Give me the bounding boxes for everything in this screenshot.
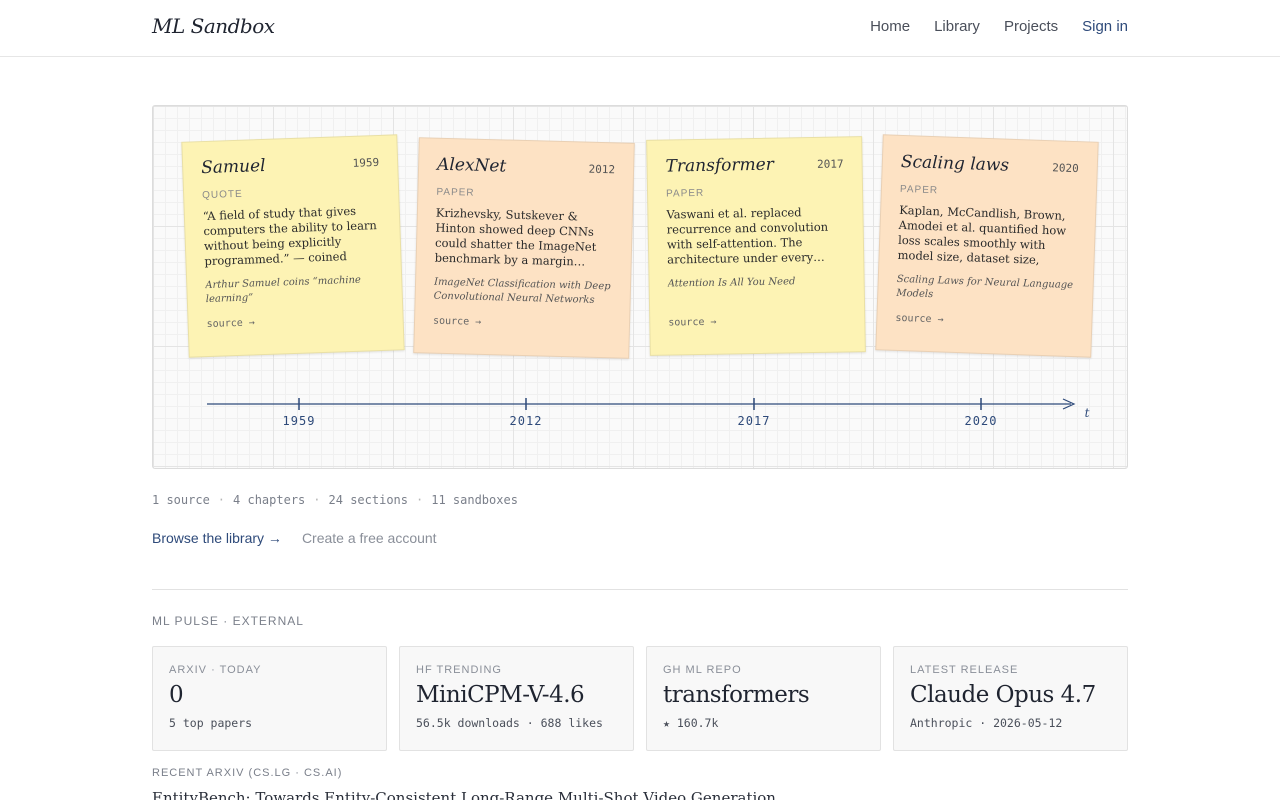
section-divider bbox=[152, 589, 1128, 590]
axis-tick-label: 2012 bbox=[510, 414, 543, 428]
stat-sandboxes: 11 sandboxes bbox=[431, 493, 518, 507]
main-nav: Home Library Projects Sign in bbox=[870, 18, 1128, 35]
pulse-card-kicker: GH ML REPO bbox=[663, 664, 742, 676]
axis-tick-label: 2017 bbox=[738, 414, 771, 428]
recent-arxiv-label: RECENT ARXIV (CS.LG · CS.AI) bbox=[152, 767, 343, 779]
pulse-card-kicker: ARXIV · TODAY bbox=[169, 664, 262, 676]
pulse-card-kicker: LATEST RELEASE bbox=[910, 664, 1019, 676]
stat-sources: 1 source bbox=[152, 493, 210, 507]
stat-separator: · bbox=[416, 493, 424, 507]
pulse-card-meta: 5 top papers bbox=[169, 716, 253, 730]
top-bar: ML Sandbox Home Library Projects Sign in bbox=[0, 0, 1280, 57]
pulse-card-value: MiniCPM-V-4.6 bbox=[416, 682, 585, 708]
pulse-card-value: Claude Opus 4.7 bbox=[910, 682, 1096, 708]
pulse-card-gh-repo[interactable]: GH ML REPO transformers ★ 160.7k bbox=[646, 646, 881, 751]
pulse-card-meta: Anthropic · 2026-05-12 bbox=[910, 716, 1063, 730]
pulse-cards: ARXIV · TODAY 0 5 top papers HF TRENDING… bbox=[152, 646, 1128, 751]
stat-separator: · bbox=[313, 493, 321, 507]
pulse-card-hf-trending[interactable]: HF TRENDING MiniCPM-V-4.6 56.5k download… bbox=[399, 646, 634, 751]
nav-home[interactable]: Home bbox=[870, 18, 910, 35]
axis-tick-label: 1959 bbox=[283, 414, 316, 428]
pulse-card-meta: 56.5k downloads · 688 likes bbox=[416, 716, 603, 730]
stat-sections: 24 sections bbox=[328, 493, 408, 507]
timeline-axis: 1959 2012 2017 2020 t bbox=[207, 398, 1090, 428]
pulse-card-value: 0 bbox=[169, 682, 184, 708]
axis-label: t bbox=[1085, 406, 1090, 420]
recent-paper-link[interactable]: EntityBench: Towards Entity-Consistent L… bbox=[152, 789, 776, 800]
timeline-hero: Samuel 1959 QUOTE “A field of study that… bbox=[152, 105, 1128, 469]
pulse-card-meta: ★ 160.7k bbox=[663, 716, 719, 730]
stat-separator: · bbox=[217, 493, 226, 507]
pulse-card-kicker: HF TRENDING bbox=[416, 664, 502, 676]
pulse-card-latest-release[interactable]: LATEST RELEASE Claude Opus 4.7 Anthropic… bbox=[893, 646, 1128, 751]
sign-in-link[interactable]: Sign in bbox=[1082, 18, 1128, 35]
library-stats: 1 source · 4 chapters · 24 sections · 11 sandb… bbox=[152, 493, 518, 507]
browse-library-link[interactable]: Browse the library → bbox=[152, 530, 282, 546]
brand-logo[interactable]: ML Sandbox bbox=[152, 14, 275, 38]
nav-library[interactable]: Library bbox=[934, 18, 980, 35]
pulse-card-arxiv[interactable]: ARXIV · TODAY 0 5 top papers bbox=[152, 646, 387, 751]
stat-chapters: 4 chapters bbox=[233, 493, 306, 507]
cta-row: Browse the library → Create a free accou… bbox=[152, 530, 437, 546]
axis-tick-label: 2020 bbox=[965, 414, 998, 428]
pulse-card-value: transformers bbox=[663, 682, 810, 708]
nav-projects[interactable]: Projects bbox=[1004, 18, 1058, 35]
create-account-link[interactable]: Create a free account bbox=[302, 530, 437, 546]
pulse-section-label: ML PULSE · EXTERNAL bbox=[152, 614, 304, 628]
